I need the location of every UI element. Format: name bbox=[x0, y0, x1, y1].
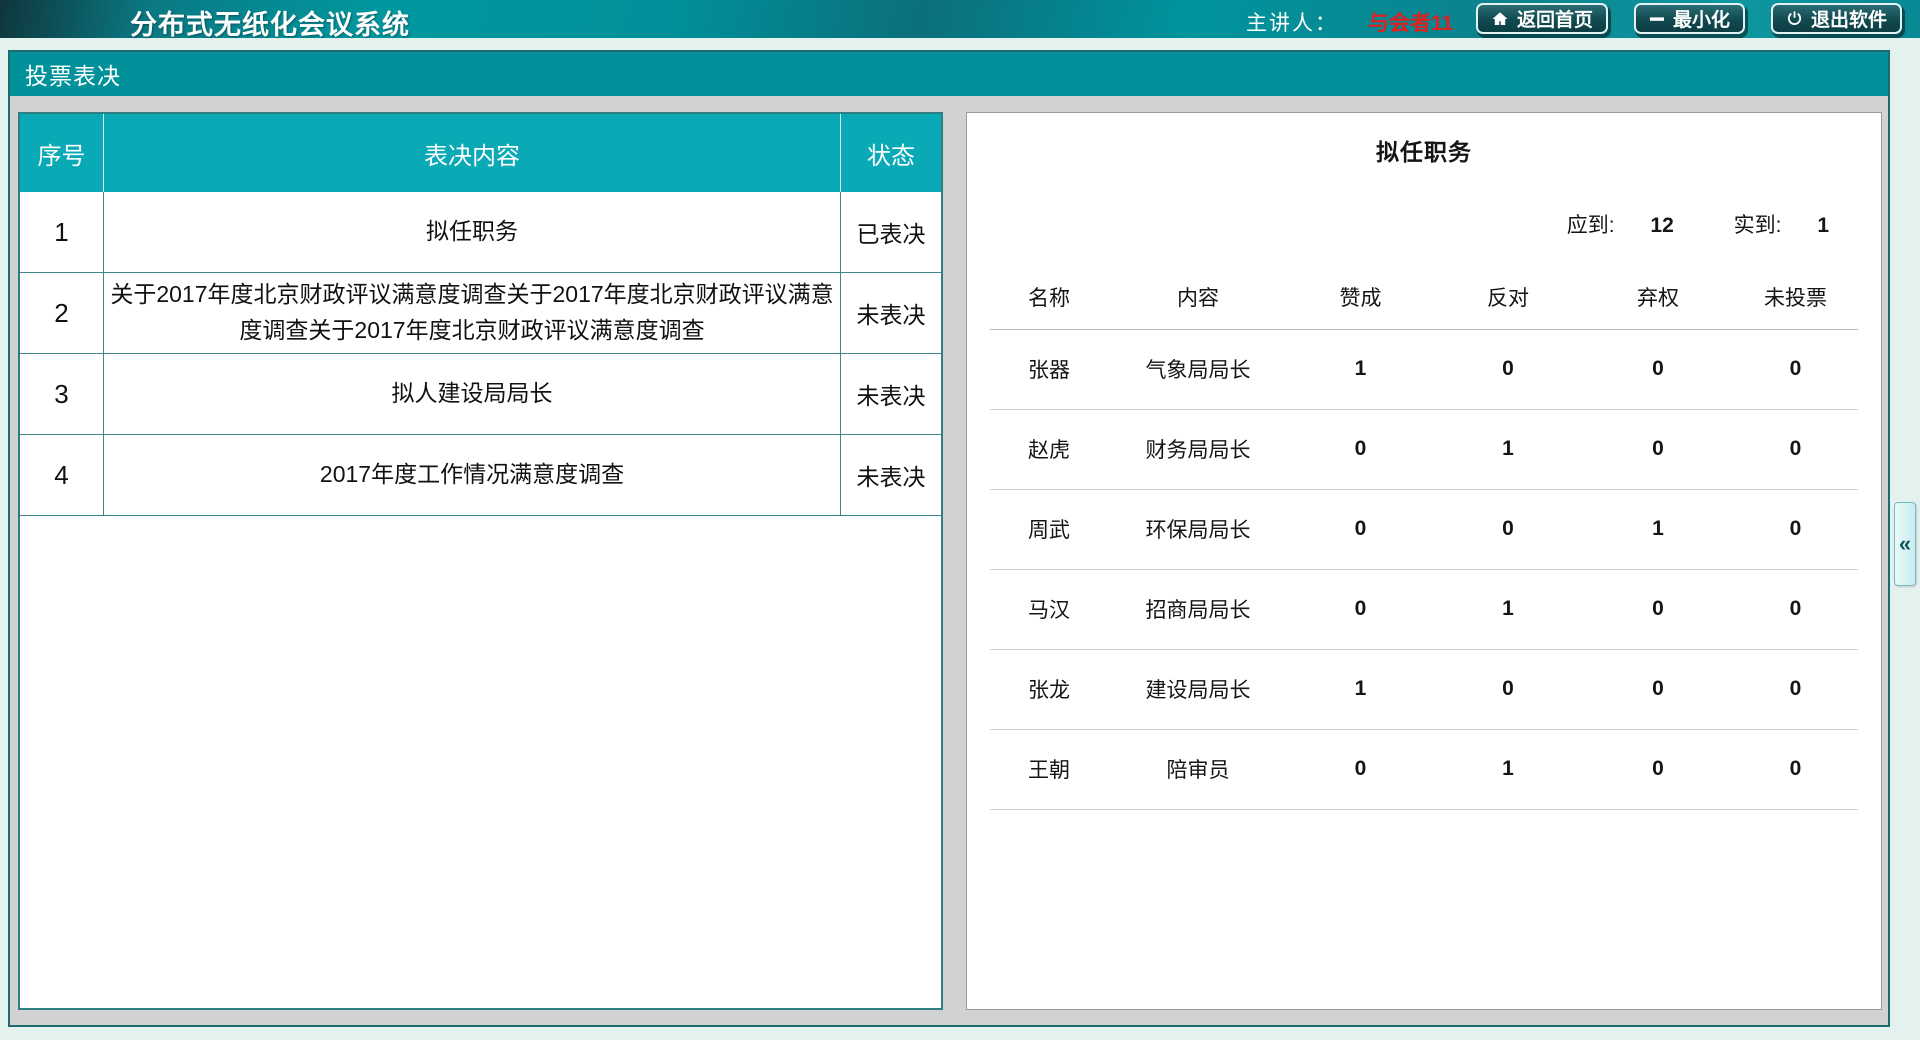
vote-count: 1 bbox=[1433, 569, 1583, 649]
member-name: 王朝 bbox=[990, 729, 1108, 809]
detail-column-header: 未投票 bbox=[1733, 265, 1858, 329]
vote-count: 0 bbox=[1583, 649, 1733, 729]
app-title: 分布式无纸化会议系统 bbox=[130, 3, 410, 42]
detail-table-header-row: 名称内容赞成反对弃权未投票 bbox=[990, 265, 1858, 329]
vote-row-content: 拟人建设局局长 bbox=[104, 354, 841, 434]
detail-table-body: 张器气象局局长1000赵虎财务局局长0100周武环保局局长0010马汉招商局局长… bbox=[990, 329, 1858, 809]
vote-count: 0 bbox=[1733, 489, 1858, 569]
vote-row-status: 未表决 bbox=[841, 354, 941, 434]
vote-row-number: 3 bbox=[20, 354, 104, 434]
column-header-status: 状态 bbox=[841, 114, 941, 192]
member-name: 马汉 bbox=[990, 569, 1108, 649]
vote-list-row[interactable]: 1拟任职务已表决 bbox=[20, 192, 941, 273]
vote-count: 0 bbox=[1733, 569, 1858, 649]
vote-list-header: 序号 表决内容 状态 bbox=[20, 114, 941, 192]
vote-count: 0 bbox=[1288, 569, 1433, 649]
detail-table-row: 马汉招商局局长0100 bbox=[990, 569, 1858, 649]
vote-count: 0 bbox=[1583, 569, 1733, 649]
collapse-panel-tab[interactable]: « bbox=[1894, 502, 1916, 586]
minimize-button[interactable]: 最小化 bbox=[1634, 3, 1745, 34]
detail-table-row: 周武环保局局长0010 bbox=[990, 489, 1858, 569]
member-name: 张器 bbox=[990, 329, 1108, 409]
detail-column-header: 内容 bbox=[1108, 265, 1288, 329]
attendance-summary: 应到: 12 实到: 1 bbox=[967, 209, 1881, 239]
vote-list-row[interactable]: 42017年度工作情况满意度调查未表决 bbox=[20, 435, 941, 516]
vote-count: 1 bbox=[1433, 409, 1583, 489]
detail-table-row: 张龙建设局局长1000 bbox=[990, 649, 1858, 729]
vote-count: 1 bbox=[1433, 729, 1583, 809]
member-name: 周武 bbox=[990, 489, 1108, 569]
vote-count: 0 bbox=[1288, 489, 1433, 569]
vote-count: 0 bbox=[1733, 409, 1858, 489]
detail-column-header: 弃权 bbox=[1583, 265, 1733, 329]
detail-table-row: 赵虎财务局局长0100 bbox=[990, 409, 1858, 489]
column-header-content: 表决内容 bbox=[104, 114, 841, 192]
topbar: 分布式无纸化会议系统 主讲人： 与会者11 返回首页 最小化 退出软件 bbox=[0, 0, 1920, 38]
vote-row-content: 2017年度工作情况满意度调查 bbox=[104, 435, 841, 515]
vote-row-status: 已表决 bbox=[841, 192, 941, 272]
exit-button[interactable]: 退出软件 bbox=[1771, 3, 1902, 34]
member-position: 环保局局长 bbox=[1108, 489, 1288, 569]
expected-value: 12 bbox=[1650, 214, 1673, 237]
vote-list-row[interactable]: 2关于2017年度北京财政评议满意度调查关于2017年度北京财政评议满意度调查关… bbox=[20, 273, 941, 354]
vote-count: 0 bbox=[1288, 409, 1433, 489]
vote-count: 0 bbox=[1288, 729, 1433, 809]
vote-row-status: 未表决 bbox=[841, 273, 941, 353]
presenter-name: 与会者11 bbox=[1368, 7, 1453, 37]
vote-count: 0 bbox=[1733, 729, 1858, 809]
member-position: 建设局局长 bbox=[1108, 649, 1288, 729]
main-container: 投票表决 序号 表决内容 状态 1拟任职务已表决2关于2017年度北京财政评议满… bbox=[8, 50, 1890, 1027]
detail-table-row: 王朝陪审员0100 bbox=[990, 729, 1858, 809]
vote-list-panel: 序号 表决内容 状态 1拟任职务已表决2关于2017年度北京财政评议满意度调查关… bbox=[18, 112, 943, 1010]
expected-label: 应到: bbox=[1567, 214, 1615, 237]
section-title: 投票表决 bbox=[25, 57, 121, 91]
home-button-label: 返回首页 bbox=[1517, 5, 1593, 32]
vote-count: 0 bbox=[1433, 649, 1583, 729]
collapse-chevron-icon: « bbox=[1899, 531, 1911, 557]
vote-count: 0 bbox=[1583, 329, 1733, 409]
vote-count: 0 bbox=[1733, 329, 1858, 409]
member-name: 张龙 bbox=[990, 649, 1108, 729]
exit-button-label: 退出软件 bbox=[1811, 5, 1887, 32]
vote-row-number: 4 bbox=[20, 435, 104, 515]
detail-table-row: 张器气象局局长1000 bbox=[990, 329, 1858, 409]
member-position: 气象局局长 bbox=[1108, 329, 1288, 409]
vote-count: 1 bbox=[1583, 489, 1733, 569]
detail-table: 名称内容赞成反对弃权未投票 张器气象局局长1000赵虎财务局局长0100周武环保… bbox=[990, 265, 1858, 810]
vote-row-status: 未表决 bbox=[841, 435, 941, 515]
actual-label: 实到: bbox=[1734, 214, 1782, 237]
member-position: 财务局局长 bbox=[1108, 409, 1288, 489]
member-position: 招商局局长 bbox=[1108, 569, 1288, 649]
vote-count: 0 bbox=[1583, 409, 1733, 489]
detail-column-header: 赞成 bbox=[1288, 265, 1433, 329]
topbar-buttons: 返回首页 最小化 退出软件 bbox=[1476, 3, 1902, 34]
vote-count: 0 bbox=[1433, 329, 1583, 409]
minimize-icon bbox=[1649, 11, 1665, 27]
vote-detail-panel: 拟任职务 应到: 12 实到: 1 名称内容赞成反对弃权未投票 张器气象局局长1… bbox=[966, 112, 1882, 1010]
presenter-label: 主讲人： bbox=[1246, 7, 1338, 37]
member-name: 赵虎 bbox=[990, 409, 1108, 489]
actual-value: 1 bbox=[1817, 214, 1829, 237]
vote-count: 0 bbox=[1733, 649, 1858, 729]
column-header-number: 序号 bbox=[20, 114, 104, 192]
home-button[interactable]: 返回首页 bbox=[1476, 3, 1608, 34]
detail-title: 拟任职务 bbox=[967, 133, 1881, 167]
vote-row-number: 2 bbox=[20, 273, 104, 353]
vote-row-number: 1 bbox=[20, 192, 104, 272]
detail-column-header: 反对 bbox=[1433, 265, 1583, 329]
vote-count: 0 bbox=[1433, 489, 1583, 569]
detail-column-header: 名称 bbox=[990, 265, 1108, 329]
vote-count: 0 bbox=[1583, 729, 1733, 809]
power-icon bbox=[1786, 10, 1803, 27]
member-position: 陪审员 bbox=[1108, 729, 1288, 809]
home-icon bbox=[1491, 10, 1509, 28]
vote-count: 1 bbox=[1288, 649, 1433, 729]
vote-list-body: 1拟任职务已表决2关于2017年度北京财政评议满意度调查关于2017年度北京财政… bbox=[20, 192, 941, 516]
minimize-button-label: 最小化 bbox=[1673, 5, 1730, 32]
section-header: 投票表决 bbox=[10, 52, 1888, 96]
vote-row-content: 关于2017年度北京财政评议满意度调查关于2017年度北京财政评议满意度调查关于… bbox=[104, 273, 841, 353]
vote-list-row[interactable]: 3拟人建设局局长未表决 bbox=[20, 354, 941, 435]
vote-row-content: 拟任职务 bbox=[104, 192, 841, 272]
vote-count: 1 bbox=[1288, 329, 1433, 409]
